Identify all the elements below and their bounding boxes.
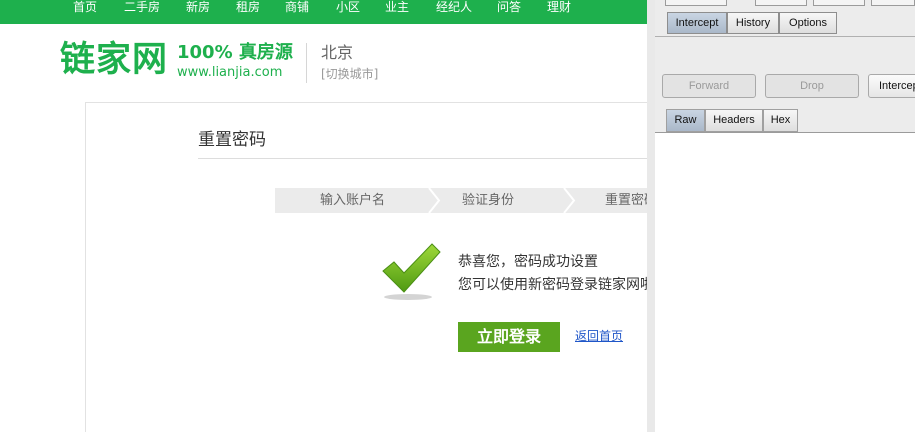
- nav-item-second-hand[interactable]: 二手房: [124, 0, 160, 20]
- step-separator-icon: [428, 188, 441, 213]
- subtab-hex[interactable]: Hex: [763, 109, 798, 132]
- outer-tab-stub[interactable]: [755, 0, 807, 6]
- nav-item-communities[interactable]: 小区: [336, 0, 360, 20]
- page-title: 重置密码: [198, 130, 266, 150]
- drop-button[interactable]: Drop: [765, 74, 859, 98]
- nav-item-rent[interactable]: 租房: [236, 0, 260, 20]
- intercept-toggle-button[interactable]: Intercept is on: [868, 74, 915, 98]
- outer-tab-stub[interactable]: [813, 0, 865, 6]
- login-now-button[interactable]: 立即登录: [458, 322, 560, 352]
- success-hint: 您可以使用新密码登录链家网啦: [458, 277, 654, 293]
- title-divider: [198, 158, 658, 159]
- proxy-panel: Intercept History Options Forward Drop I…: [647, 0, 915, 432]
- nav-item-finance[interactable]: 理财: [547, 0, 571, 20]
- nav-item-qa[interactable]: 问答: [497, 0, 521, 20]
- nav-item-owners[interactable]: 业主: [385, 0, 409, 20]
- checkmark-icon: [382, 243, 441, 300]
- nav-item-agents[interactable]: 经纪人: [436, 0, 472, 20]
- step-separator-icon: [563, 188, 576, 213]
- current-city: 北京: [321, 43, 354, 62]
- proxy-tab-strip: Intercept History Options: [655, 0, 915, 36]
- nav-item-home[interactable]: 首页: [73, 0, 97, 20]
- nav-item-new-homes[interactable]: 新房: [186, 0, 210, 20]
- success-message: 恭喜您，密码成功设置: [458, 254, 598, 270]
- tab-intercept[interactable]: Intercept: [667, 12, 727, 34]
- step-verify-identity: 验证身份: [462, 193, 515, 208]
- intercept-toolbar: [655, 36, 915, 110]
- forward-button[interactable]: Forward: [662, 74, 756, 98]
- nav-item-shops[interactable]: 商铺: [285, 0, 309, 20]
- site-url: www.lianjia.com: [177, 65, 283, 80]
- request-editor[interactable]: [655, 132, 915, 432]
- subtab-raw[interactable]: Raw: [666, 109, 705, 132]
- outer-tab-stub[interactable]: [665, 0, 727, 6]
- progress-steps: 输入账户名 验证身份 重置密码: [275, 188, 657, 213]
- site-logo[interactable]: 链家网: [60, 40, 168, 80]
- back-home-link[interactable]: 返回首页: [575, 328, 623, 344]
- switch-city-link[interactable]: [切换城市]: [321, 67, 378, 81]
- slogan: 100% 真房源: [177, 42, 293, 63]
- subtab-headers[interactable]: Headers: [705, 109, 763, 132]
- outer-tab-stub[interactable]: [871, 0, 915, 6]
- step-enter-account: 输入账户名: [320, 193, 386, 208]
- tab-options[interactable]: Options: [779, 12, 837, 34]
- header-divider: [306, 43, 307, 83]
- tab-history[interactable]: History: [727, 12, 779, 34]
